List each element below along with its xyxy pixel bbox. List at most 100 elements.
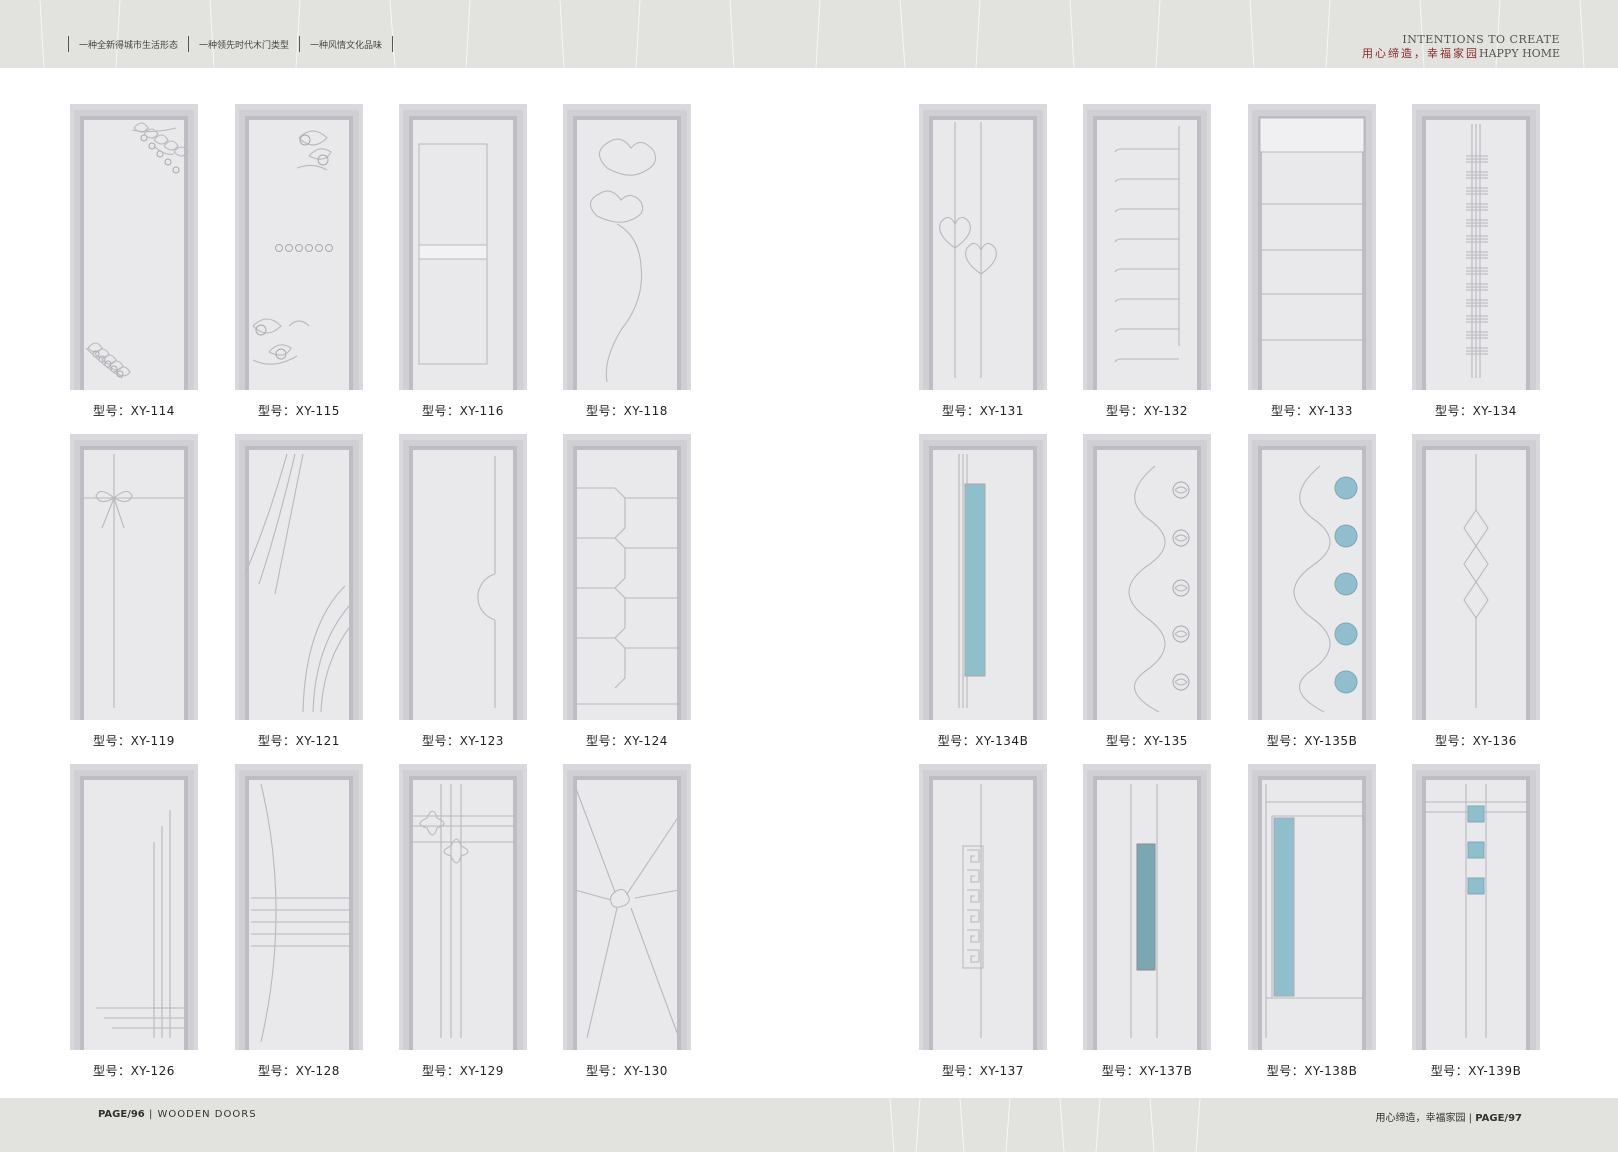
door-image	[1083, 104, 1211, 390]
door-item: 型号：XY-137	[919, 764, 1047, 1084]
door-item: 型号：XY-134	[1412, 104, 1540, 424]
caption-prefix: 型号：	[258, 404, 296, 418]
door-model: XY-124	[623, 734, 668, 748]
door-image	[1412, 104, 1540, 390]
door-item: 型号：XY-137B	[1083, 764, 1211, 1084]
door-panel	[84, 780, 184, 1050]
caption-prefix: 型号：	[937, 734, 976, 748]
door-model: XY-138B	[1304, 1064, 1358, 1078]
door-model: XY-135B	[1304, 734, 1358, 748]
caption-prefix: 型号：	[422, 734, 460, 748]
door-item: 型号：XY-115	[235, 104, 363, 424]
door-caption: 型号：XY-126	[50, 1062, 218, 1079]
brand-chinese: 用心缔造，幸福家园	[1361, 47, 1479, 60]
door-caption: 型号：XY-137B	[1063, 1062, 1231, 1079]
door-model: XY-116	[459, 404, 504, 418]
door-panel	[249, 450, 349, 720]
door-caption: 型号：XY-134	[1392, 402, 1560, 419]
door-panel	[1097, 120, 1197, 390]
caption-prefix: 型号：	[1101, 1064, 1140, 1078]
door-model: XY-137B	[1139, 1064, 1193, 1078]
door-item: 型号：XY-132	[1083, 104, 1211, 424]
door-panel	[249, 780, 349, 1050]
door-caption: 型号：XY-134B	[899, 732, 1067, 749]
brand-english-line: INTENTIONS TO CREATE	[1402, 33, 1560, 46]
door-item: 型号：XY-135B	[1248, 434, 1376, 754]
door-model: XY-128	[295, 1064, 340, 1078]
footer-right: 用心缔造，幸福家园 | PAGE/97	[1375, 1113, 1523, 1124]
door-item: 型号：XY-124	[563, 434, 691, 754]
door-model: XY-137	[979, 1064, 1024, 1078]
door-panel	[249, 120, 349, 390]
door-item: 型号：XY-114	[70, 104, 198, 424]
caption-prefix: 型号：	[1430, 1064, 1469, 1078]
door-panel	[577, 120, 677, 390]
door-image	[235, 104, 363, 390]
door-item: 型号：XY-133	[1248, 104, 1376, 424]
door-image	[919, 764, 1047, 1050]
door-panel	[577, 780, 677, 1050]
door-caption: 型号：XY-128	[215, 1062, 383, 1079]
door-panel	[577, 450, 677, 720]
caption-prefix: 型号：	[1106, 404, 1144, 418]
footer-left-label: WOODEN DOORS	[157, 1109, 257, 1120]
door-item: 型号：XY-128	[235, 764, 363, 1084]
door-image	[1248, 764, 1376, 1050]
caption-prefix: 型号：	[258, 1064, 296, 1078]
door-caption: 型号：XY-124	[543, 732, 711, 749]
door-image	[1083, 764, 1211, 1050]
door-caption: 型号：XY-137	[899, 1062, 1067, 1079]
door-item: 型号：XY-131	[919, 104, 1047, 424]
door-caption: 型号：XY-132	[1063, 402, 1231, 419]
door-caption: 型号：XY-131	[899, 402, 1067, 419]
door-model: XY-130	[623, 1064, 668, 1078]
door-item: 型号：XY-129	[399, 764, 527, 1084]
door-pattern-vertical-glass	[958, 454, 986, 708]
caption-prefix: 型号：	[586, 404, 624, 418]
caption-prefix: 型号：	[586, 734, 624, 748]
door-image	[919, 434, 1047, 720]
door-caption: 型号：XY-114	[50, 402, 218, 419]
door-caption: 型号：XY-133	[1228, 402, 1396, 419]
door-item: 型号：XY-126	[70, 764, 198, 1084]
door-item: 型号：XY-136	[1412, 434, 1540, 754]
door-model: XY-136	[1472, 734, 1517, 748]
brand-tagline: INTENTIONS TO CREATE 用心缔造，幸福家园HAPPY HOME	[1362, 34, 1560, 60]
door-image	[563, 434, 691, 720]
door-caption: 型号：XY-121	[215, 732, 383, 749]
door-item: 型号：XY-123	[399, 434, 527, 754]
door-panel	[84, 450, 184, 720]
door-item: 型号：XY-130	[563, 764, 691, 1084]
door-image	[235, 764, 363, 1050]
door-model: XY-132	[1143, 404, 1188, 418]
door-image	[1412, 434, 1540, 720]
door-model: XY-123	[459, 734, 504, 748]
door-model: XY-118	[623, 404, 668, 418]
door-caption: 型号：XY-115	[215, 402, 383, 419]
caption-prefix: 型号：	[258, 734, 296, 748]
footer-left: PAGE/96 | WOODEN DOORS	[98, 1109, 257, 1120]
door-caption: 型号：XY-135B	[1228, 732, 1396, 749]
door-model: XY-126	[130, 1064, 175, 1078]
door-image	[70, 434, 198, 720]
door-model: XY-134B	[975, 734, 1029, 748]
caption-prefix: 型号：	[1435, 404, 1473, 418]
header-slogans: 一种全新得城市生活形态 一种领先时代木门类型 一种风情文化品味	[58, 36, 403, 52]
door-caption: 型号：XY-136	[1392, 732, 1560, 749]
brand-english-2: HAPPY HOME	[1478, 47, 1560, 60]
door-caption: 型号：XY-123	[379, 732, 547, 749]
door-caption: 型号：XY-116	[379, 402, 547, 419]
slogan-1: 一种全新得城市生活形态	[79, 40, 179, 51]
caption-prefix: 型号：	[422, 404, 460, 418]
door-model: XY-131	[979, 404, 1024, 418]
door-item: 型号：XY-138B	[1248, 764, 1376, 1084]
door-item: 型号：XY-139B	[1412, 764, 1540, 1084]
footer-band: PAGE/96 | WOODEN DOORS 用心缔造，幸福家园 | PAGE/…	[0, 1098, 1618, 1152]
door-image	[563, 764, 691, 1050]
door-caption: 型号：XY-139B	[1392, 1062, 1560, 1079]
caption-prefix: 型号：	[93, 404, 131, 418]
door-image	[1412, 764, 1540, 1050]
door-image	[1248, 104, 1376, 390]
door-model: XY-139B	[1468, 1064, 1522, 1078]
caption-prefix: 型号：	[1266, 1064, 1305, 1078]
